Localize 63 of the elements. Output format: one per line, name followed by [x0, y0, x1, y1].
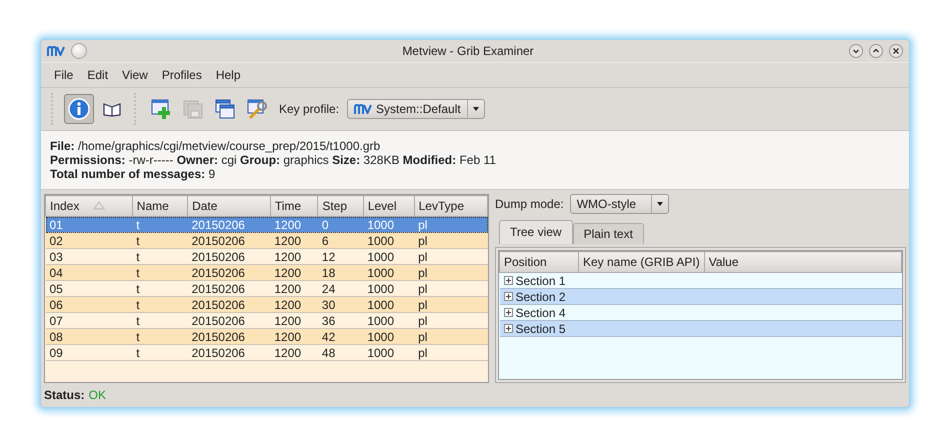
close-button[interactable] [889, 44, 903, 58]
caret-icon [656, 201, 664, 207]
status-value: OK [88, 388, 106, 402]
tree-item[interactable]: Section 2 [516, 290, 566, 304]
info-icon [68, 98, 90, 120]
tree-item[interactable]: Section 5 [516, 322, 566, 336]
column-header[interactable]: Key name (GRIB API) [578, 252, 704, 272]
table-cell: 1200 [270, 344, 318, 360]
column-header[interactable]: Level [363, 196, 414, 216]
maximize-button[interactable] [869, 44, 883, 58]
table-cell: 20150206 [188, 344, 270, 360]
tree-item[interactable]: Section 1 [516, 274, 566, 288]
menu-item[interactable]: View [115, 68, 155, 82]
column-header[interactable]: Value [704, 252, 902, 272]
message-row[interactable]: 04 t 20150206 1200 18 1000 pl [46, 264, 488, 280]
file-info-line: File: /home/graphics/cgi/metview/course_prep/2015/t1000.grb [50, 139, 382, 153]
file-info-line: Total number of messages: 9 [50, 167, 216, 181]
file-info-line: Permissions: -rw-r----- Owner: cgi Group: graphics Size: 328KB Modified: Feb 11 [50, 153, 497, 167]
logo-icon [47, 46, 65, 56]
book-icon [102, 101, 122, 117]
table-cell: 1000 [363, 344, 414, 360]
key-profile-label: Key profile: [279, 102, 340, 116]
menu-item[interactable]: Help [208, 68, 248, 82]
add-window-icon [150, 98, 172, 120]
dump-mode-dropdown[interactable]: WMO-style [570, 194, 669, 214]
expand-icon[interactable] [504, 292, 512, 301]
minimize-button[interactable] [849, 44, 863, 58]
tree-item[interactable]: Section 4 [516, 306, 566, 320]
column-header[interactable]: Name [132, 196, 188, 216]
column-header[interactable]: Position [500, 252, 578, 272]
expand-icon[interactable] [504, 276, 512, 285]
dump-mode-label: Dump mode: [495, 197, 564, 211]
column-header[interactable]: Date [188, 196, 270, 216]
message-row[interactable]: 03 t 20150206 1200 12 1000 pl [46, 248, 488, 264]
message-row[interactable]: 09 t 20150206 1200 48 1000 pl [46, 344, 488, 360]
column-header[interactable]: LevType [414, 196, 488, 216]
column-header[interactable]: Index [46, 196, 132, 216]
table-cell: t [132, 344, 188, 360]
save-icon [182, 98, 204, 120]
windows-icon [214, 98, 236, 120]
table-cell: pl [414, 344, 488, 360]
tab[interactable]: Tree view [499, 220, 573, 244]
message-row[interactable]: 08 t 20150206 1200 42 1000 pl [46, 328, 488, 344]
menu-item[interactable]: File [47, 68, 80, 82]
caret-icon [472, 106, 480, 112]
status-label: Status: [44, 388, 85, 402]
message-row[interactable]: 05 t 20150206 1200 24 1000 pl [46, 280, 488, 296]
menu-item[interactable]: Edit [80, 68, 116, 82]
column-header[interactable]: Time [270, 196, 318, 216]
expand-icon[interactable] [504, 324, 512, 333]
message-row[interactable]: 07 t 20150206 1200 36 1000 pl [46, 312, 488, 328]
expand-icon[interactable] [504, 308, 512, 317]
table-cell: 48 [318, 344, 364, 360]
tab[interactable]: Plain text [572, 223, 644, 244]
table-cell: 09 [46, 344, 132, 360]
message-row[interactable]: 06 t 20150206 1200 30 1000 pl [46, 296, 488, 312]
menu-item[interactable]: Profiles [154, 68, 209, 82]
logo-icon [354, 104, 372, 114]
column-header[interactable]: Step [318, 196, 364, 216]
key-profile-dropdown[interactable]: System::Default [347, 99, 485, 119]
window-title: Metview - Grib Examiner [401, 44, 535, 58]
message-row[interactable]: 02 t 20150206 1200 6 1000 pl [46, 232, 488, 248]
sort-ascending-icon [93, 201, 106, 210]
